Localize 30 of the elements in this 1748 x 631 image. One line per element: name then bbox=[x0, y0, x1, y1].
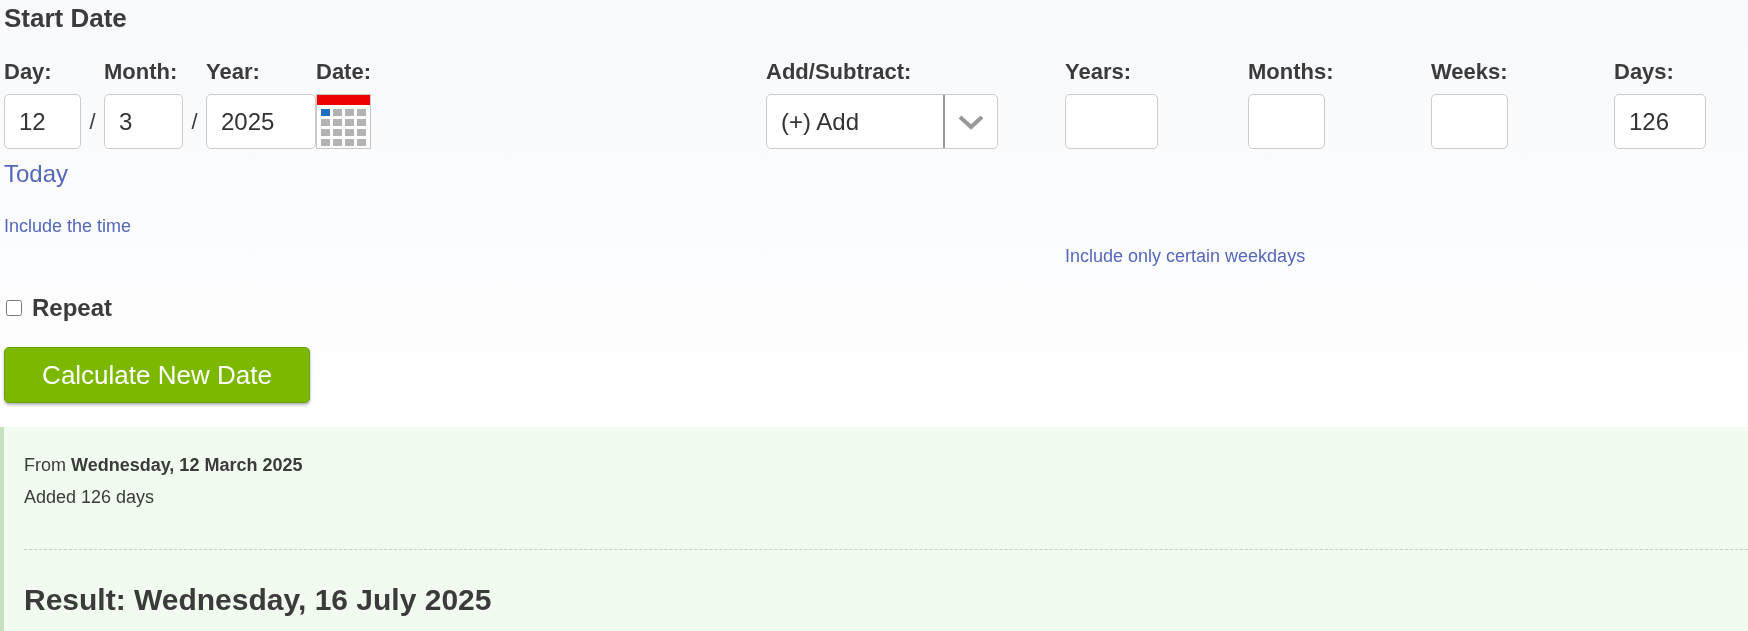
weekdays-link[interactable]: Include only certain weekdays bbox=[1065, 245, 1306, 267]
added-text: Added 126 days bbox=[24, 486, 156, 509]
today-link[interactable]: Today bbox=[4, 159, 69, 189]
field-label: Months: bbox=[1248, 58, 1335, 86]
separator: / bbox=[89, 108, 96, 136]
field-label: Date: bbox=[316, 58, 371, 86]
result-text: Result: Wednesday, 16 July 2025 bbox=[24, 582, 493, 618]
section-heading: Start Date bbox=[4, 2, 128, 35]
checkbox-label: Repeat bbox=[32, 293, 113, 323]
calendar-icon[interactable] bbox=[316, 94, 371, 149]
dropdown[interactable]: (+) Add bbox=[766, 94, 998, 149]
checkbox[interactable] bbox=[6, 300, 22, 316]
input-field[interactable] bbox=[1431, 94, 1508, 149]
field-label: Day: bbox=[4, 58, 53, 86]
input-field[interactable]: 126 bbox=[1614, 94, 1706, 149]
chevron-down-icon bbox=[957, 113, 985, 130]
field-label: Days: bbox=[1614, 58, 1675, 86]
input-field[interactable]: 2025 bbox=[206, 94, 316, 149]
input-field[interactable]: 12 bbox=[4, 94, 81, 149]
include-time-link[interactable]: Include the time bbox=[4, 215, 132, 237]
input-field[interactable]: 3 bbox=[104, 94, 183, 149]
input-field[interactable] bbox=[1065, 94, 1158, 149]
from-text: From Wednesday, 12 March 2025 bbox=[24, 454, 304, 477]
field-label: Add/Subtract: bbox=[766, 58, 913, 86]
field-label: Year: bbox=[206, 58, 261, 86]
field-label: Month: bbox=[104, 58, 179, 86]
input-field[interactable] bbox=[1248, 94, 1325, 149]
separator: / bbox=[191, 108, 198, 136]
field-label: Weeks: bbox=[1431, 58, 1509, 86]
field-label: Years: bbox=[1065, 58, 1133, 86]
